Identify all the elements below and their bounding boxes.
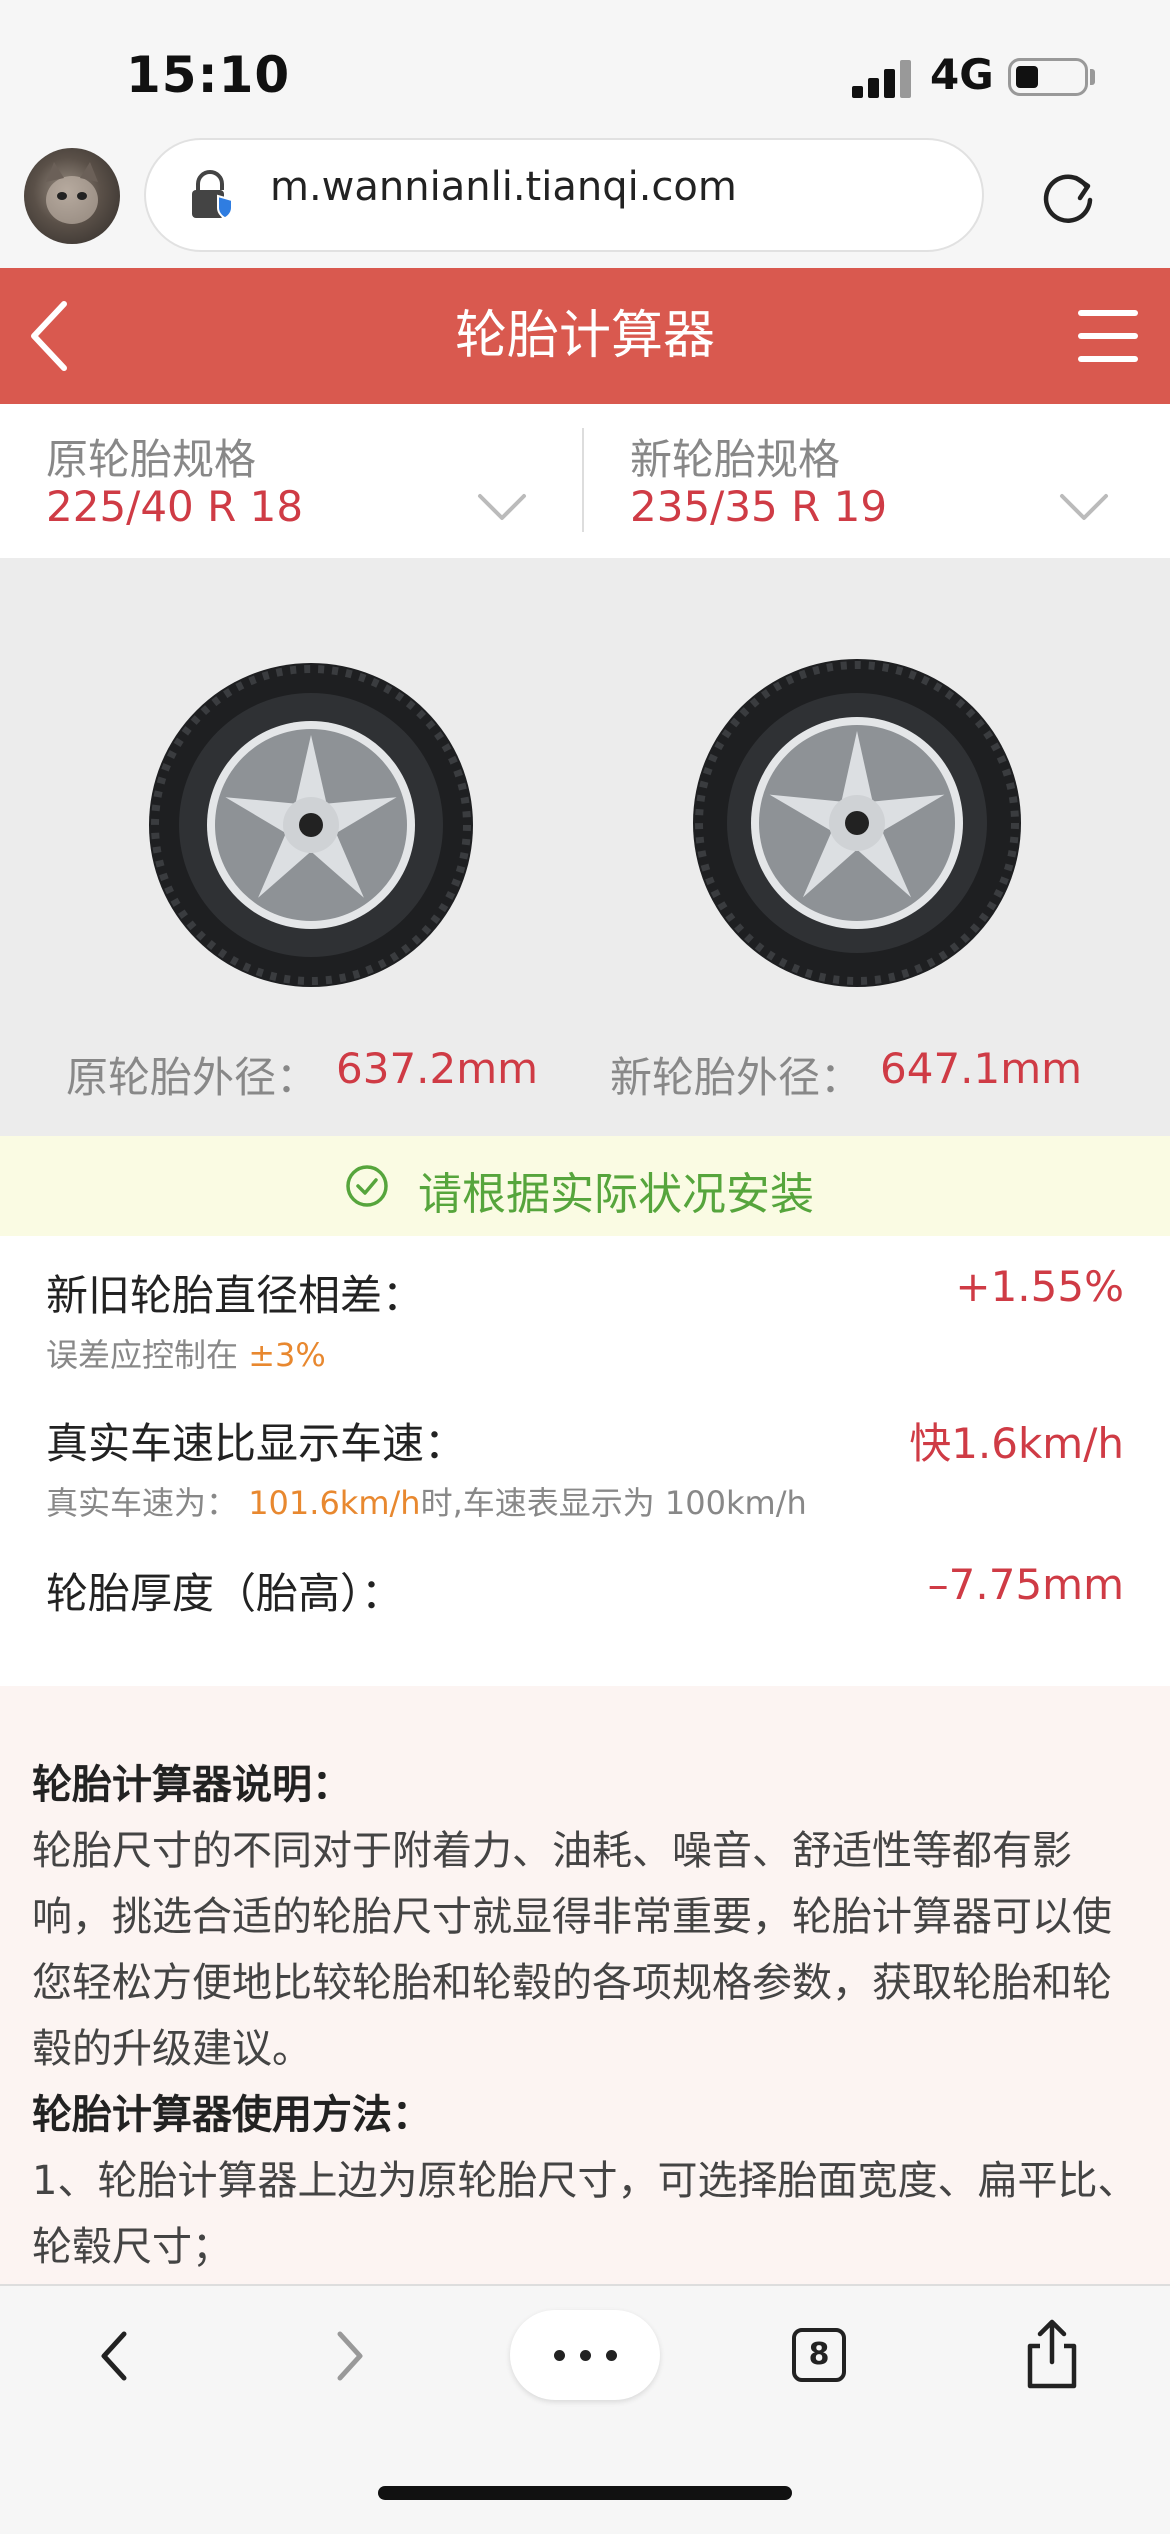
chevron-down-icon[interactable]	[476, 492, 528, 522]
diameter-diff-hint: 误差应控制在 ±3%	[46, 1330, 326, 1376]
thickness-label: 轮胎厚度（胎高）：	[46, 1569, 404, 1618]
explanation-heading: 轮胎计算器说明：	[32, 1762, 352, 1808]
browser-forward-icon[interactable]	[330, 2326, 370, 2386]
explanation-text: 轮胎计算器说明： 轮胎尺寸的不同对于附着力、油耗、噪音、舒适性等都有影响，挑选合…	[32, 1752, 1142, 2280]
battery-tip	[1090, 69, 1095, 85]
status-time: 15:10	[126, 46, 291, 104]
reload-icon[interactable]	[1036, 164, 1100, 228]
avatar[interactable]	[24, 148, 120, 244]
browser-back-icon[interactable]	[94, 2326, 134, 2386]
diameter-diff-label: 新旧轮胎直径相差：	[46, 1271, 425, 1320]
original-tire-image	[146, 660, 476, 990]
battery-icon	[1008, 58, 1088, 96]
hint-tolerance: ±3%	[248, 1336, 326, 1374]
new-diameter-value: 647.1mm	[880, 1044, 1083, 1093]
thickness-value: –7.75mm	[927, 1560, 1124, 1609]
new-spec-value: 235/35 R 19	[630, 482, 888, 531]
original-spec-label: 原轮胎规格	[46, 435, 257, 484]
new-diameter-label: 新轮胎外径：	[610, 1053, 863, 1102]
speed-hint: 真实车速为： 101.6km/h时,车速表显示为 100km/h	[46, 1478, 807, 1524]
diameter-diff-value: +1.55%	[955, 1262, 1124, 1311]
original-diameter-label: 原轮胎外径：	[66, 1053, 319, 1102]
signal-icon	[852, 58, 914, 98]
usage-paragraph: 1、轮胎计算器上边为原轮胎尺寸，可选择胎面宽度、扁平比、轮毂尺寸；	[32, 2158, 1138, 2270]
speed-hint-value: 101.6km/h	[248, 1484, 421, 1522]
explanation-paragraph: 轮胎尺寸的不同对于附着力、油耗、噪音、舒适性等都有影响，挑选合适的轮胎尺寸就显得…	[32, 1828, 1112, 2072]
page-title: 轮胎计算器	[454, 306, 715, 366]
network-type: 4G	[930, 50, 994, 99]
lock-shield-icon	[190, 170, 234, 220]
tabs-count-button[interactable]: 8	[792, 2328, 846, 2382]
home-indicator	[378, 2486, 792, 2500]
share-icon[interactable]	[1022, 2318, 1082, 2390]
notice-text: 请根据实际状况安装	[418, 1169, 814, 1220]
original-diameter-value: 637.2mm	[336, 1044, 539, 1093]
hint-prefix: 误差应控制在	[46, 1336, 239, 1374]
speed-hint-suffix: 时,车速表显示为 100km/h	[420, 1484, 807, 1522]
spec-divider	[582, 428, 584, 532]
new-spec-label: 新轮胎规格	[630, 435, 841, 484]
speed-hint-prefix: 真实车速为：	[46, 1484, 239, 1522]
url-text: m.wannianli.tianqi.com	[270, 164, 737, 210]
new-tire-image	[692, 658, 1022, 988]
more-options-button[interactable]	[510, 2310, 660, 2400]
speed-label: 真实车速比显示车速：	[46, 1419, 467, 1468]
menu-icon[interactable]	[1078, 308, 1138, 364]
chevron-down-icon[interactable]	[1058, 492, 1110, 522]
usage-heading: 轮胎计算器使用方法：	[32, 2092, 432, 2138]
check-circle-icon	[345, 1164, 389, 1208]
original-spec-value: 225/40 R 18	[46, 482, 304, 531]
speed-value: 快1.6km/h	[909, 1419, 1124, 1468]
